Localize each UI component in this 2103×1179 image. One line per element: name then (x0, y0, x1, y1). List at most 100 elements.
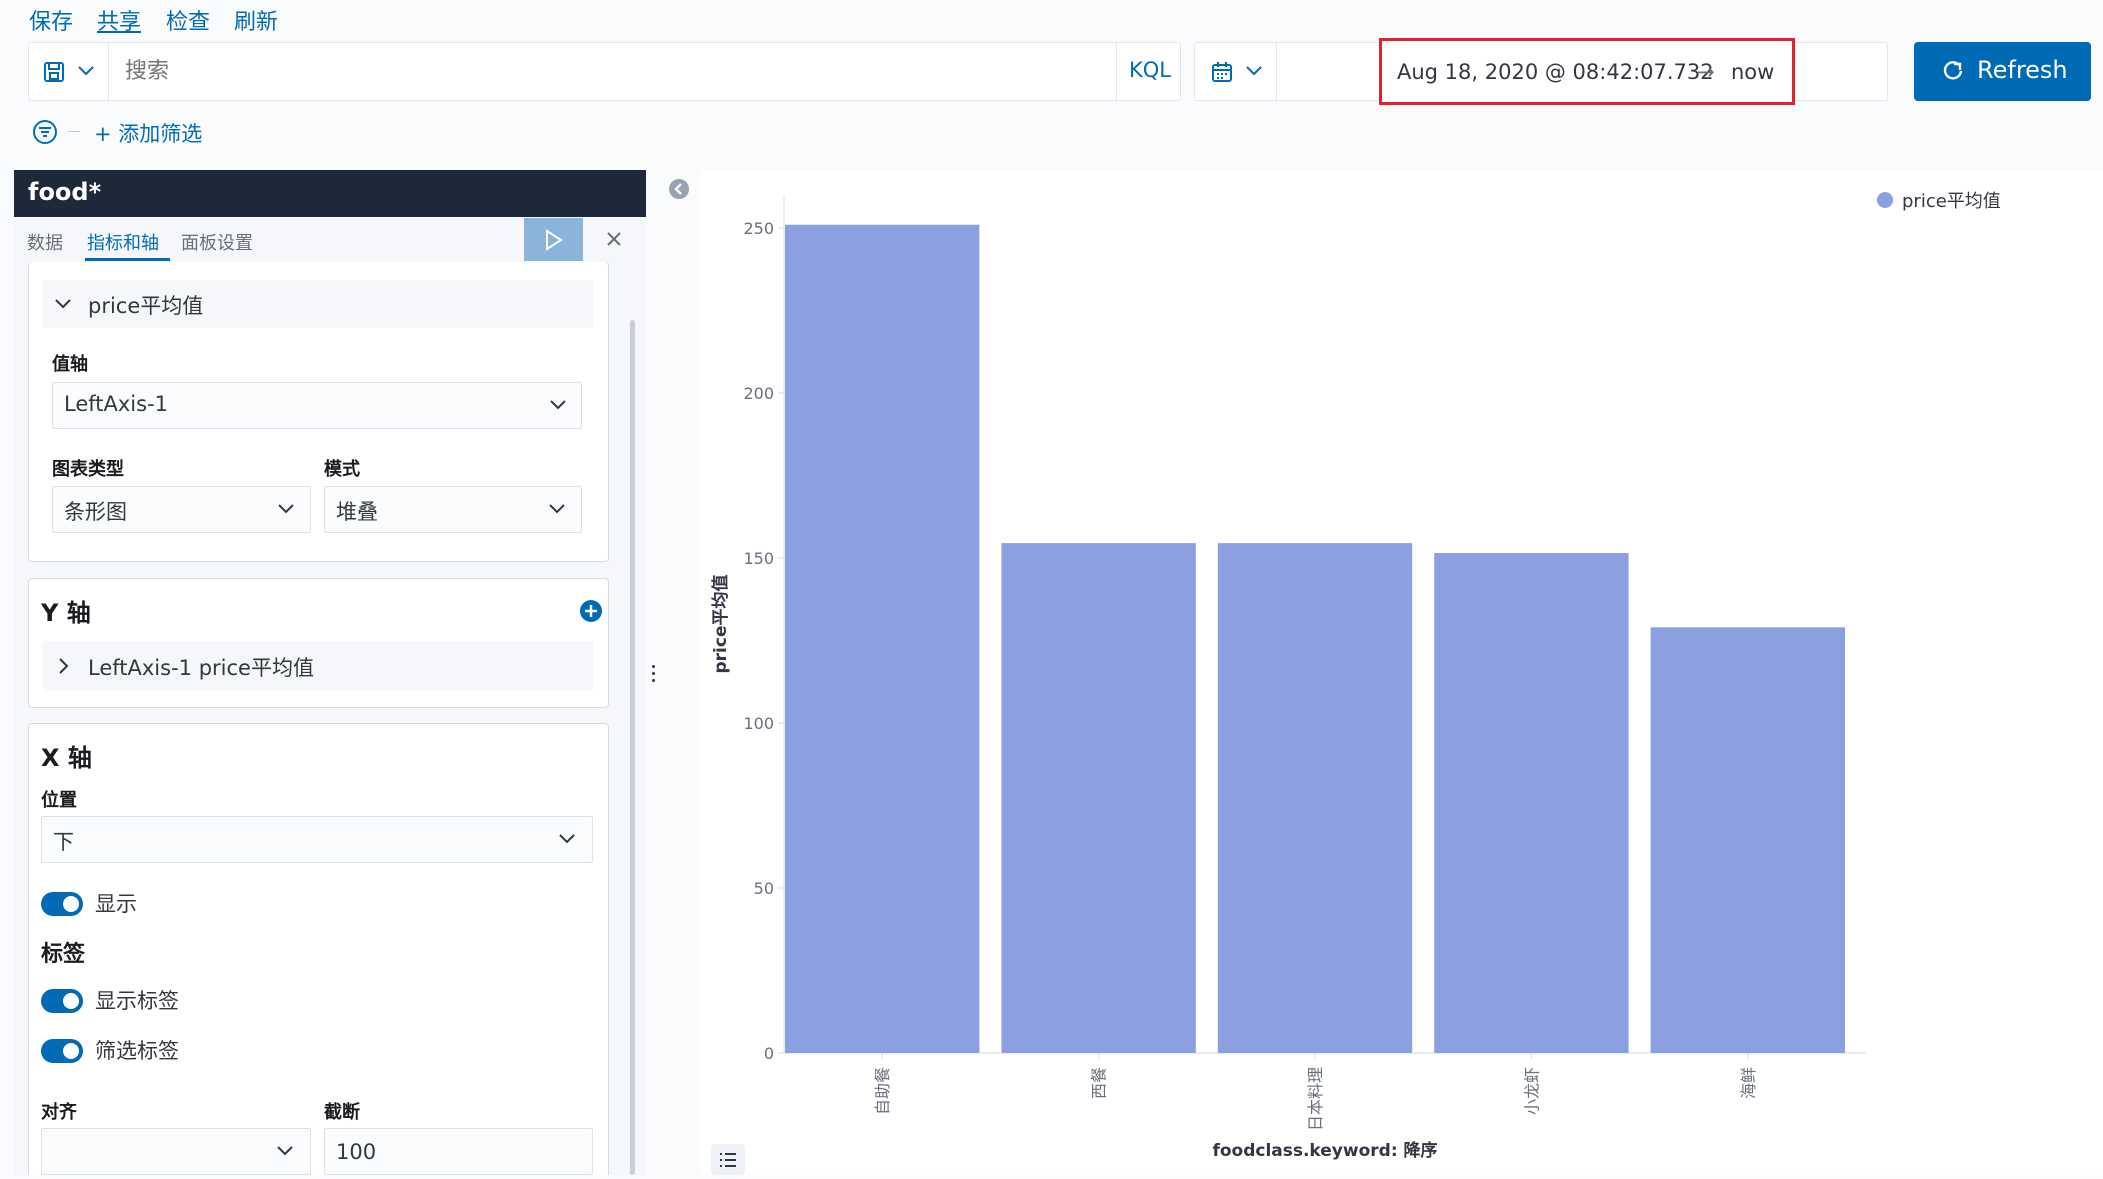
series-card: price平均值 值轴 LeftAxis-1 图表类型 条形图 模式 堆叠 (28, 262, 609, 562)
top-menu: 保存 共享 检查 刷新 (0, 0, 2103, 36)
series-header[interactable]: price平均值 (43, 280, 593, 328)
tab-data[interactable]: 数据 (27, 229, 63, 255)
chevron-down-icon (277, 1146, 293, 1156)
legend-item: price平均值 (1902, 191, 2001, 212)
close-icon[interactable] (604, 229, 624, 249)
editor-panel: food* 数据 指标和轴 面板设置 price平均值 值轴 LeftAxis-… (14, 170, 646, 1175)
tab-panel-settings[interactable]: 面板设置 (181, 229, 253, 255)
bar-chart: 0 50 100 150 200 250 price平均值自助餐 西餐 日本料理 小龙虾 海鲜 foo… (710, 191, 2001, 1161)
y-tick-label: 100 (743, 714, 774, 733)
position-label: 位置 (41, 790, 77, 811)
show-axis-toggle[interactable] (41, 892, 83, 916)
add-axis-icon[interactable] (579, 599, 603, 623)
index-pattern-title: food* (28, 178, 102, 206)
y-tick-label: 250 (743, 219, 774, 238)
resize-handle[interactable] (652, 665, 656, 685)
refresh-label: Refresh (1977, 56, 2068, 84)
chevron-down-icon (550, 400, 566, 410)
filter-labels-label: 筛选标签 (95, 1039, 179, 1063)
y-tick-label: 150 (743, 549, 774, 568)
x-tick-label: 小龙虾 (1522, 1067, 1541, 1115)
y-axis-card: Y 轴 LeftAxis-1 price平均值 (28, 578, 609, 708)
legend-swatch (1877, 192, 1893, 208)
inspect-link[interactable]: 检查 (166, 4, 210, 36)
save-link[interactable]: 保存 (29, 4, 73, 36)
bar (1650, 627, 1845, 1053)
mode-label: 模式 (324, 459, 360, 480)
kql-label: KQL (1129, 58, 1171, 82)
chevron-down-icon (559, 834, 575, 844)
x-axis-title: foodclass.keyword: 降序 (1212, 1140, 1437, 1161)
truncate-input[interactable] (324, 1128, 593, 1175)
refresh-button[interactable]: Refresh (1914, 42, 2091, 101)
save-icon (44, 62, 64, 82)
add-filter-button[interactable]: + 添加筛选 (94, 118, 202, 148)
collapse-sidebar-icon[interactable] (668, 178, 690, 200)
time-range-highlight[interactable]: Aug 18, 2020 @ 08:42:07.732 → now (1379, 38, 1795, 105)
arrow-right-icon: → (1697, 60, 1715, 84)
legend-toggle-button[interactable] (711, 1144, 745, 1175)
chevron-down-icon (78, 66, 94, 76)
x-tick-label: 西餐 (1090, 1067, 1109, 1099)
show-axis-label: 显示 (95, 892, 137, 916)
kql-button[interactable]: KQL (1116, 43, 1181, 100)
mode-select[interactable]: 堆叠 (324, 486, 582, 533)
tab-metrics-axes[interactable]: 指标和轴 (87, 229, 159, 255)
y-axis-item[interactable]: LeftAxis-1 price平均值 (43, 641, 593, 691)
search-input[interactable] (111, 43, 1141, 100)
date-quick-menu-button[interactable] (1195, 43, 1277, 100)
align-select[interactable] (41, 1128, 311, 1175)
share-link[interactable]: 共享 (97, 4, 141, 36)
mode-value: 堆叠 (336, 500, 378, 524)
editor-header: food* (14, 170, 646, 217)
chevron-down-icon (278, 504, 294, 514)
bar (1217, 543, 1413, 1053)
refresh-icon (1943, 61, 1963, 80)
x-axis-card: X 轴 位置 下 显示 标签 显示标签 筛选标签 对齐 截断 (28, 723, 609, 1175)
chart-type-select[interactable]: 条形图 (52, 486, 311, 533)
refresh-link[interactable]: 刷新 (234, 4, 278, 36)
x-tick-label: 自助餐 (873, 1067, 892, 1115)
active-tab-underline (85, 258, 170, 261)
y-tick-label: 50 (754, 879, 774, 898)
saved-query-button[interactable] (29, 43, 109, 100)
bar (1434, 553, 1629, 1053)
bar (1001, 543, 1196, 1053)
position-select[interactable]: 下 (41, 816, 593, 863)
bar (785, 224, 980, 1053)
value-axis-label: 值轴 (52, 354, 88, 375)
time-end[interactable]: now (1731, 60, 1774, 84)
chart-type-label: 图表类型 (52, 459, 124, 480)
filter-icon[interactable] (32, 119, 58, 145)
labels-title: 标签 (41, 942, 86, 967)
chevron-down-icon (1246, 66, 1262, 76)
chevron-down-icon (55, 299, 71, 309)
x-axis-title: X 轴 (41, 744, 92, 772)
filter-labels-toggle[interactable] (41, 1039, 83, 1063)
filter-divider (68, 131, 80, 132)
query-bar: KQL (28, 42, 1181, 101)
y-axis-title: price平均值 (710, 575, 731, 674)
calendar-icon (1212, 62, 1232, 82)
chevron-right-icon (59, 658, 69, 674)
y-tick-label: 0 (764, 1044, 774, 1063)
show-labels-toggle[interactable] (41, 989, 83, 1013)
x-tick-label: 日本料理 (1306, 1067, 1325, 1131)
play-icon (546, 229, 563, 251)
chevron-down-icon (549, 504, 565, 514)
position-value: 下 (53, 830, 74, 854)
editor-scrollbar[interactable] (630, 320, 635, 1175)
chart-type-value: 条形图 (64, 500, 127, 524)
time-start[interactable]: Aug 18, 2020 @ 08:42:07.732 (1397, 60, 1714, 84)
value-axis-select[interactable]: LeftAxis-1 (52, 382, 582, 429)
y-axis-item-label: LeftAxis-1 price平均值 (88, 656, 314, 680)
y-axis-title: Y 轴 (41, 599, 91, 627)
list-icon (720, 1153, 736, 1167)
apply-button[interactable] (524, 218, 583, 261)
chart-area: 0 50 100 150 200 250 price平均值自助餐 西餐 日本料理 小龙虾 海鲜 foo… (700, 170, 2103, 1175)
truncate-label: 截断 (324, 1102, 360, 1123)
x-tick-label: 海鲜 (1739, 1067, 1758, 1099)
series-name: price平均值 (88, 294, 204, 318)
y-tick-label: 200 (743, 384, 774, 403)
value-axis-value: LeftAxis-1 (64, 392, 169, 416)
